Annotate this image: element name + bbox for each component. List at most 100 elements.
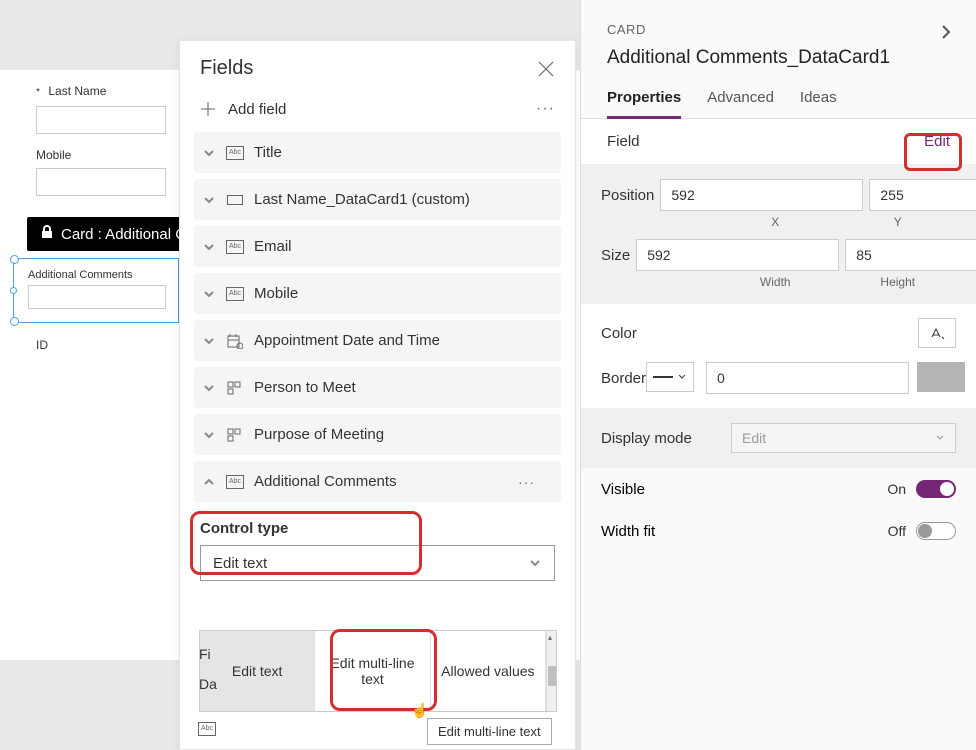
mobile-label: Mobile (36, 148, 166, 162)
more-icon[interactable]: ··· (518, 474, 535, 490)
abc-icon: Abc (198, 722, 216, 736)
display-mode-label: Display mode (601, 430, 731, 447)
tab-properties[interactable]: Properties (607, 89, 681, 119)
prop-field: Field Edit (581, 119, 976, 165)
cursor-icon: ☝ (411, 702, 428, 719)
chevron-down-icon (202, 240, 216, 254)
field-person[interactable]: Person to Meet (194, 367, 561, 408)
field-label: Last Name_DataCard1 (custom) (254, 191, 470, 208)
color-label: Color (601, 325, 711, 342)
datacard-additional-comments[interactable]: Additional Comments (13, 258, 179, 323)
chevron-down-icon (528, 556, 542, 570)
more-button[interactable]: ··· (536, 100, 555, 118)
border-style-select[interactable] (646, 362, 694, 392)
control-type-value: Edit text (213, 555, 267, 572)
border-color-swatch[interactable] (917, 362, 965, 392)
lock-tooltip: Card : Additional Co (27, 217, 182, 251)
datacard-input[interactable] (28, 285, 166, 309)
edit-button[interactable]: Edit (924, 133, 950, 150)
chevron-right-icon[interactable] (936, 22, 956, 42)
tab-advanced[interactable]: Advanced (707, 89, 774, 118)
abc-icon: Abc (226, 240, 244, 254)
height-input[interactable] (845, 239, 976, 271)
widthfit-value: Off (888, 523, 906, 539)
widthfit-label: Width fit (601, 523, 655, 540)
grid-icon (226, 381, 244, 395)
abc-icon: Abc (226, 146, 244, 160)
color-swatch[interactable] (918, 318, 956, 348)
field-label: Purpose of Meeting (254, 426, 384, 443)
form-field-mobile: Mobile (36, 148, 166, 196)
lastname-input[interactable] (36, 106, 166, 134)
field-label: Email (254, 238, 292, 255)
lastname-label: Last Name (48, 84, 106, 98)
option-allowed-values[interactable]: Allowed values (431, 631, 546, 711)
field-appointment[interactable]: Appointment Date and Time (194, 320, 561, 361)
visible-value: On (887, 481, 906, 497)
chevron-down-icon (202, 381, 216, 395)
form-field-id: ID (36, 338, 48, 358)
visible-label: Visible (601, 481, 645, 498)
border-label: Border (601, 370, 646, 387)
calendar-icon (226, 334, 244, 348)
field-purpose[interactable]: Purpose of Meeting (194, 414, 561, 455)
partial-labels: Fi Da (199, 646, 217, 706)
tooltip: Edit multi-line text (427, 718, 552, 745)
fields-title: Fields (200, 57, 253, 80)
chevron-down-icon (202, 146, 216, 160)
widthfit-toggle[interactable] (916, 522, 956, 540)
field-email[interactable]: Abc Email (194, 226, 561, 267)
lock-text: Card : Additional Co (61, 226, 182, 243)
x-input[interactable] (660, 179, 863, 211)
close-button[interactable] (537, 60, 555, 78)
field-label: Field (607, 133, 924, 150)
chevron-down-icon (202, 287, 216, 301)
display-mode-select[interactable]: Edit (731, 423, 956, 453)
chevron-down-icon (202, 428, 216, 442)
field-label: Person to Meet (254, 379, 356, 396)
control-type-dropdown: Edit text Edit multi-line text Allowed v… (199, 630, 557, 712)
card-label: CARD (607, 22, 950, 37)
option-edit-text[interactable]: Edit text (200, 631, 315, 711)
field-lastname-dc[interactable]: Last Name_DataCard1 (custom) (194, 179, 561, 220)
abc-icon: Abc (226, 287, 244, 301)
chevron-down-icon (202, 334, 216, 348)
y-input[interactable] (869, 179, 976, 211)
lock-icon (41, 225, 53, 243)
control-type-select[interactable]: Edit text (200, 545, 555, 581)
grid-icon (226, 428, 244, 442)
field-title[interactable]: Abc Title (194, 132, 561, 173)
field-label: Additional Comments (254, 473, 397, 490)
field-mobile[interactable]: Abc Mobile (194, 273, 561, 314)
prop-widthfit: Width fit Off (581, 510, 976, 552)
field-label: Appointment Date and Time (254, 332, 440, 349)
width-input[interactable] (636, 239, 839, 271)
position-label: Position (601, 187, 654, 204)
abc-icon: Abc (226, 475, 244, 489)
add-field-label: Add field (228, 101, 286, 118)
rect-icon (226, 193, 244, 207)
visible-toggle[interactable] (916, 480, 956, 498)
field-additional-comments[interactable]: Abc Additional Comments ··· (194, 461, 561, 502)
datacard-label: Additional Comments (14, 259, 178, 285)
card-name: Additional Comments_DataCard1 (607, 47, 950, 69)
control-type-label: Control type (200, 520, 555, 537)
border-width-input[interactable] (706, 362, 909, 394)
required-star: * (36, 87, 40, 98)
field-label: Title (254, 144, 282, 161)
form-field-lastname: * Last Name (36, 82, 166, 134)
chevron-down-icon (202, 193, 216, 207)
id-label: ID (36, 338, 48, 352)
scrollbar[interactable]: ▴ (546, 631, 556, 711)
size-label: Size (601, 247, 630, 264)
option-edit-multiline[interactable]: Edit multi-line text (315, 631, 430, 711)
prop-visible: Visible On (581, 468, 976, 510)
scroll-up-icon: ▴ (548, 633, 552, 642)
scroll-thumb[interactable] (548, 666, 556, 686)
add-field-button[interactable]: Add field (200, 101, 286, 118)
properties-panel: CARD Additional Comments_DataCard1 Prope… (580, 0, 976, 750)
field-label: Mobile (254, 285, 298, 302)
chevron-up-icon (202, 475, 216, 489)
tab-ideas[interactable]: Ideas (800, 89, 837, 118)
mobile-input[interactable] (36, 168, 166, 196)
